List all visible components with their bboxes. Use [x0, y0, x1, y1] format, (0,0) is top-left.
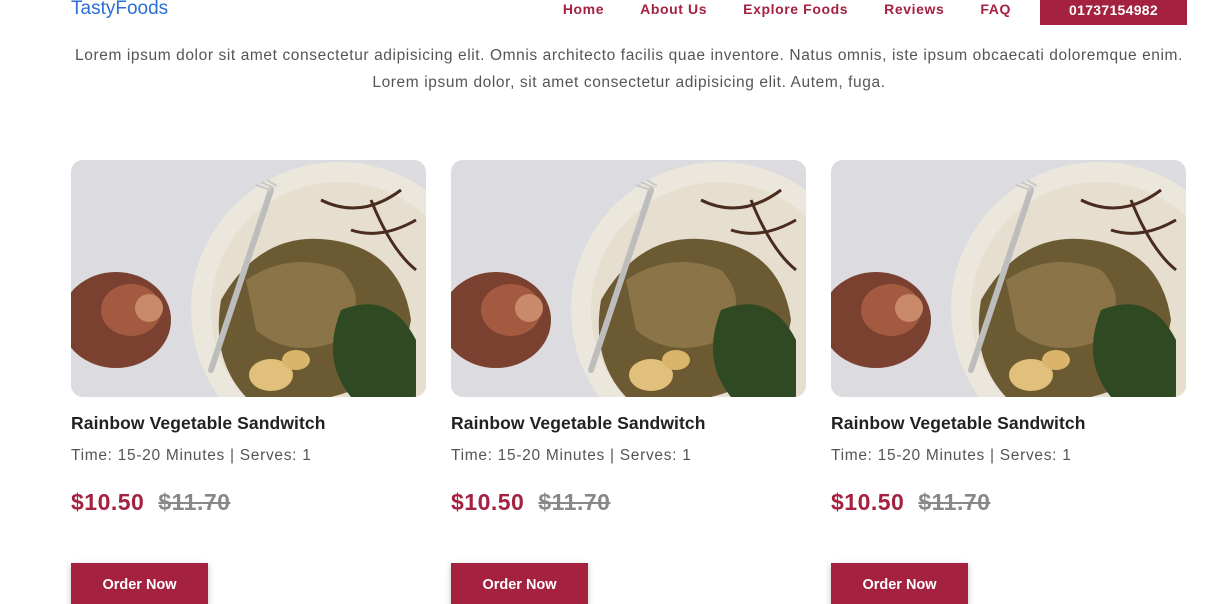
food-meta: Time: 15-20 Minutes | Serves: 1 [71, 447, 312, 464]
food-title: Rainbow Vegetable Sandwitch [71, 413, 326, 433]
food-title: Rainbow Vegetable Sandwitch [831, 413, 1086, 433]
nav-link-explore-foods[interactable]: Explore Foods [743, 0, 848, 18]
order-now-button[interactable]: Order Now [71, 563, 208, 604]
price-row: $10.50 $11.70 [451, 489, 806, 516]
food-image [451, 160, 806, 397]
price-row: $10.50 $11.70 [71, 489, 426, 516]
order-now-button[interactable]: Order Now [451, 563, 588, 604]
nav-link-home[interactable]: Home [563, 0, 604, 18]
nav-link-faq[interactable]: FAQ [980, 0, 1011, 18]
order-now-button[interactable]: Order Now [831, 563, 968, 604]
nav-link-about-us[interactable]: About Us [640, 0, 707, 18]
price: $10.50 [451, 489, 525, 515]
old-price: $11.70 [538, 489, 611, 515]
price-row: $10.50 $11.70 [831, 489, 1186, 516]
food-meta: Time: 15-20 Minutes | Serves: 1 [451, 447, 692, 464]
site-header: TastyFoods Home About Us Explore Foods R… [0, 0, 1206, 26]
price: $10.50 [831, 489, 905, 515]
old-price: $11.70 [918, 489, 991, 515]
food-cards: Rainbow Vegetable Sandwitch Time: 15-20 … [71, 160, 1186, 604]
food-card: Rainbow Vegetable Sandwitch Time: 15-20 … [831, 160, 1186, 604]
food-card: Rainbow Vegetable Sandwitch Time: 15-20 … [451, 160, 806, 604]
site-logo[interactable]: TastyFoods [71, 0, 168, 20]
phone-button[interactable]: 01737154982 [1040, 0, 1187, 25]
price: $10.50 [71, 489, 145, 515]
food-image [831, 160, 1186, 397]
nav-link-reviews[interactable]: Reviews [884, 0, 944, 18]
food-title: Rainbow Vegetable Sandwitch [451, 413, 706, 433]
old-price: $11.70 [158, 489, 231, 515]
main-nav: Home About Us Explore Foods Reviews FAQ [563, 0, 1011, 18]
food-image [71, 160, 426, 397]
food-card: Rainbow Vegetable Sandwitch Time: 15-20 … [71, 160, 426, 604]
intro-text: Lorem ipsum dolor sit amet consectetur a… [75, 47, 1183, 91]
food-meta: Time: 15-20 Minutes | Serves: 1 [831, 447, 1072, 464]
